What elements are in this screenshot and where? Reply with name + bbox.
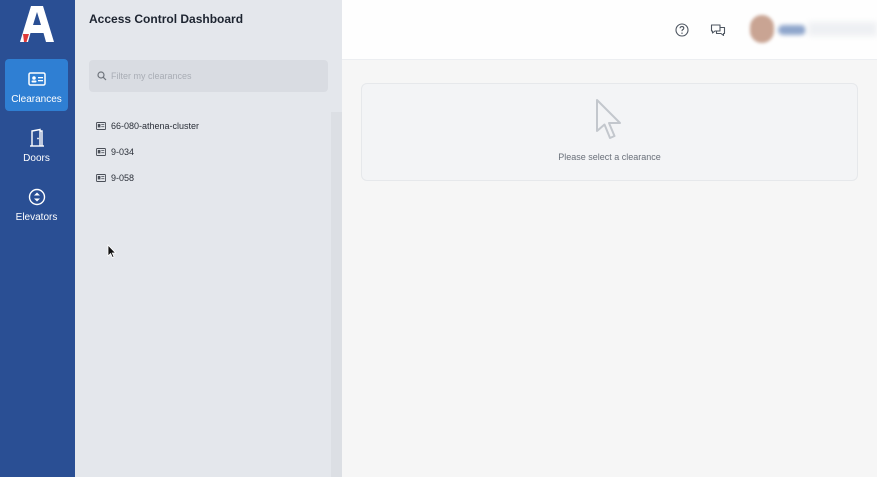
nav-item-doors[interactable]: Doors bbox=[5, 118, 68, 170]
clearance-list: 66-080-athena-cluster 9-034 9-058 bbox=[96, 113, 326, 191]
chat-icon[interactable] bbox=[710, 22, 726, 38]
clearance-label: 9-058 bbox=[111, 173, 135, 183]
id-card-icon bbox=[96, 174, 106, 182]
nav-item-elevators[interactable]: Elevators bbox=[5, 177, 68, 229]
id-card-icon bbox=[96, 122, 106, 130]
clearance-label: 66-080-athena-cluster bbox=[111, 121, 200, 131]
door-icon bbox=[29, 128, 44, 147]
elevator-icon bbox=[28, 188, 45, 206]
empty-state-message: Please select a clearance bbox=[558, 152, 661, 162]
clearance-label: 9-034 bbox=[111, 147, 135, 157]
nav-label-clearances: Clearances bbox=[11, 94, 62, 105]
panel-scrollbar[interactable] bbox=[331, 112, 342, 477]
nav-item-clearances[interactable]: Clearances bbox=[5, 59, 68, 111]
search-icon bbox=[97, 71, 107, 81]
nav-label-doors: Doors bbox=[23, 153, 50, 164]
app-logo[interactable] bbox=[20, 6, 54, 42]
main-content: Please select a clearance bbox=[342, 0, 877, 477]
user-menu[interactable] bbox=[778, 25, 806, 35]
mouse-cursor-icon bbox=[107, 244, 117, 259]
search-input[interactable] bbox=[111, 66, 321, 86]
clearances-panel: Access Control Dashboard 66-080-athena-c… bbox=[75, 0, 342, 477]
avatar[interactable] bbox=[750, 15, 774, 43]
nav-label-elevators: Elevators bbox=[15, 212, 58, 223]
list-item[interactable]: 66-080-athena-cluster bbox=[96, 113, 326, 139]
page-title: Access Control Dashboard bbox=[89, 12, 244, 26]
id-card-icon bbox=[96, 148, 106, 156]
list-item[interactable]: 9-034 bbox=[96, 139, 326, 165]
search-box[interactable] bbox=[89, 60, 328, 92]
list-item[interactable]: 9-058 bbox=[96, 165, 326, 191]
id-card-icon bbox=[27, 72, 46, 86]
pointer-icon bbox=[596, 99, 621, 139]
empty-state: Please select a clearance bbox=[361, 83, 858, 181]
user-details bbox=[808, 22, 877, 36]
nav-rail: Clearances Doors Elevators bbox=[0, 0, 75, 477]
top-bar bbox=[342, 0, 877, 60]
help-icon[interactable] bbox=[674, 22, 690, 38]
